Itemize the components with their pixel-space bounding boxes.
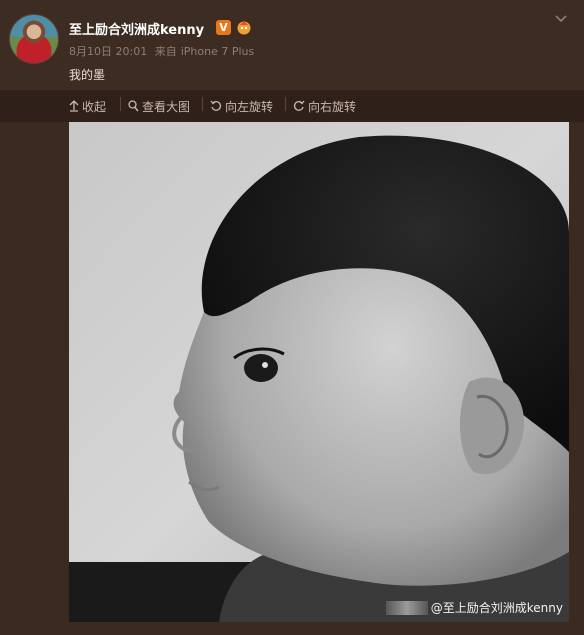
post-header: 至上励合刘洲成kenny V 8月10日 20:01 来自 iPhone 7 Pl… bbox=[0, 0, 584, 90]
baby-profile-photo bbox=[69, 122, 569, 622]
collapse-icon bbox=[69, 100, 79, 112]
view-large-label: 查看大图 bbox=[142, 99, 191, 114]
collapse-label: 收起 bbox=[82, 99, 107, 114]
post-photo[interactable]: @至上励合刘洲成kenny bbox=[69, 122, 569, 622]
rotate-left-icon bbox=[210, 100, 222, 111]
post-source: iPhone 7 Plus bbox=[180, 45, 255, 58]
verified-v-icon[interactable]: V bbox=[216, 20, 231, 35]
post-date[interactable]: 8月10日 20:01 bbox=[69, 45, 147, 58]
rotate-right-label: 向右旋转 bbox=[308, 99, 357, 114]
post-text: 我的墨 bbox=[69, 68, 106, 82]
post-meta: 8月10日 20:01 来自 iPhone 7 Plus bbox=[69, 43, 258, 59]
source-prefix: 来自 bbox=[154, 45, 177, 58]
watermark-text: @至上励合刘洲成kenny bbox=[430, 601, 563, 615]
rotate-left-button[interactable]: 向左旋转 bbox=[210, 97, 273, 115]
rotate-right-icon bbox=[293, 100, 305, 111]
photo-watermark: @至上励合刘洲成kenny bbox=[385, 599, 563, 616]
search-icon bbox=[128, 100, 139, 112]
avatar[interactable] bbox=[9, 14, 59, 64]
username-link[interactable]: 至上励合刘洲成kenny bbox=[69, 19, 204, 38]
watermark-blur bbox=[385, 600, 428, 615]
member-icon[interactable] bbox=[236, 19, 252, 35]
view-large-button[interactable]: 查看大图 bbox=[128, 97, 190, 115]
weibo-post-card: 至上励合刘洲成kenny V 8月10日 20:01 来自 iPhone 7 Pl… bbox=[0, 0, 584, 635]
toolbar-divider bbox=[285, 97, 286, 111]
rotate-right-button[interactable]: 向右旋转 bbox=[293, 97, 356, 115]
toolbar-divider bbox=[202, 97, 203, 111]
toolbar-divider bbox=[120, 97, 121, 111]
collapse-button[interactable]: 收起 bbox=[69, 97, 106, 115]
rotate-left-label: 向左旋转 bbox=[225, 99, 274, 114]
chevron-down-icon[interactable] bbox=[554, 12, 568, 26]
